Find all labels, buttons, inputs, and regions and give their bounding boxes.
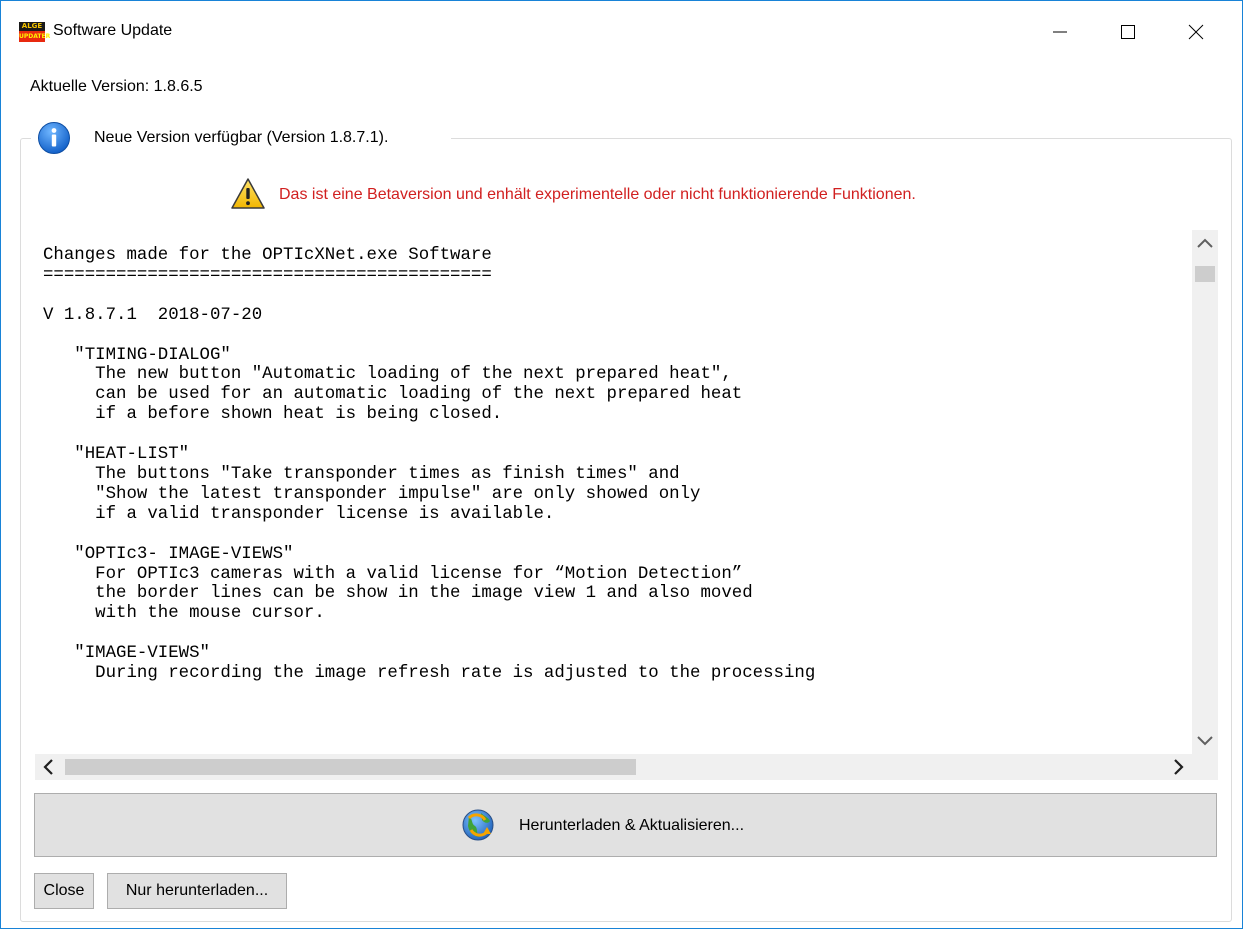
update-globe-icon bbox=[462, 809, 494, 841]
download-only-button[interactable]: Nur herunterladen... bbox=[107, 873, 287, 909]
app-icon-bottom: UPDATER bbox=[19, 31, 51, 42]
scroll-up-button[interactable] bbox=[1192, 230, 1218, 256]
changelog-textbox[interactable]: Changes made for the OPTIcXNet.exe Softw… bbox=[35, 230, 1218, 780]
download-and-update-label: Herunterladen & Aktualisieren... bbox=[519, 817, 745, 834]
minimize-button[interactable] bbox=[1037, 15, 1083, 49]
group-header: Neue Version verfügbar (Version 1.8.7.1)… bbox=[31, 119, 451, 157]
chevron-right-icon bbox=[1174, 759, 1184, 775]
app-icon-top: ALGE bbox=[19, 22, 45, 31]
beta-warning: Das ist eine Betaversion und enhält expe… bbox=[230, 177, 1050, 211]
info-icon bbox=[38, 122, 70, 154]
scrollbar-corner bbox=[1192, 754, 1218, 780]
scroll-right-button[interactable] bbox=[1164, 754, 1192, 780]
close-icon bbox=[1188, 24, 1204, 40]
changelog-text: Changes made for the OPTIcXNet.exe Softw… bbox=[43, 246, 816, 684]
minimize-icon bbox=[1053, 31, 1067, 33]
chevron-up-icon bbox=[1197, 238, 1213, 248]
warning-icon bbox=[231, 178, 265, 209]
warning-text: Das ist eine Betaversion und enhält expe… bbox=[279, 186, 916, 203]
app-icon: ALGE UPDATER bbox=[19, 22, 51, 42]
close-window-button[interactable] bbox=[1173, 15, 1219, 49]
software-update-window: ALGE UPDATER Software Update Aktuelle Ve… bbox=[0, 0, 1243, 929]
scroll-down-button[interactable] bbox=[1192, 728, 1218, 754]
chevron-left-icon bbox=[43, 759, 53, 775]
window-title: Software Update bbox=[53, 22, 173, 39]
title-bar[interactable]: ALGE UPDATER Software Update bbox=[1, 1, 1242, 63]
maximize-icon bbox=[1121, 25, 1135, 39]
horizontal-scroll-thumb[interactable] bbox=[65, 759, 636, 775]
vertical-scrollbar[interactable] bbox=[1192, 230, 1218, 754]
download-and-update-button[interactable]: Herunterladen & Aktualisieren... bbox=[34, 793, 1217, 857]
horizontal-scrollbar[interactable] bbox=[35, 754, 1192, 780]
vertical-scroll-thumb[interactable] bbox=[1195, 266, 1215, 282]
chevron-down-icon bbox=[1197, 736, 1213, 746]
current-version-label: Aktuelle Version: 1.8.6.5 bbox=[30, 78, 203, 95]
close-button[interactable]: Close bbox=[34, 873, 94, 909]
group-title: Neue Version verfügbar (Version 1.8.7.1)… bbox=[94, 129, 389, 146]
maximize-button[interactable] bbox=[1105, 15, 1151, 49]
scroll-left-button[interactable] bbox=[35, 754, 63, 780]
